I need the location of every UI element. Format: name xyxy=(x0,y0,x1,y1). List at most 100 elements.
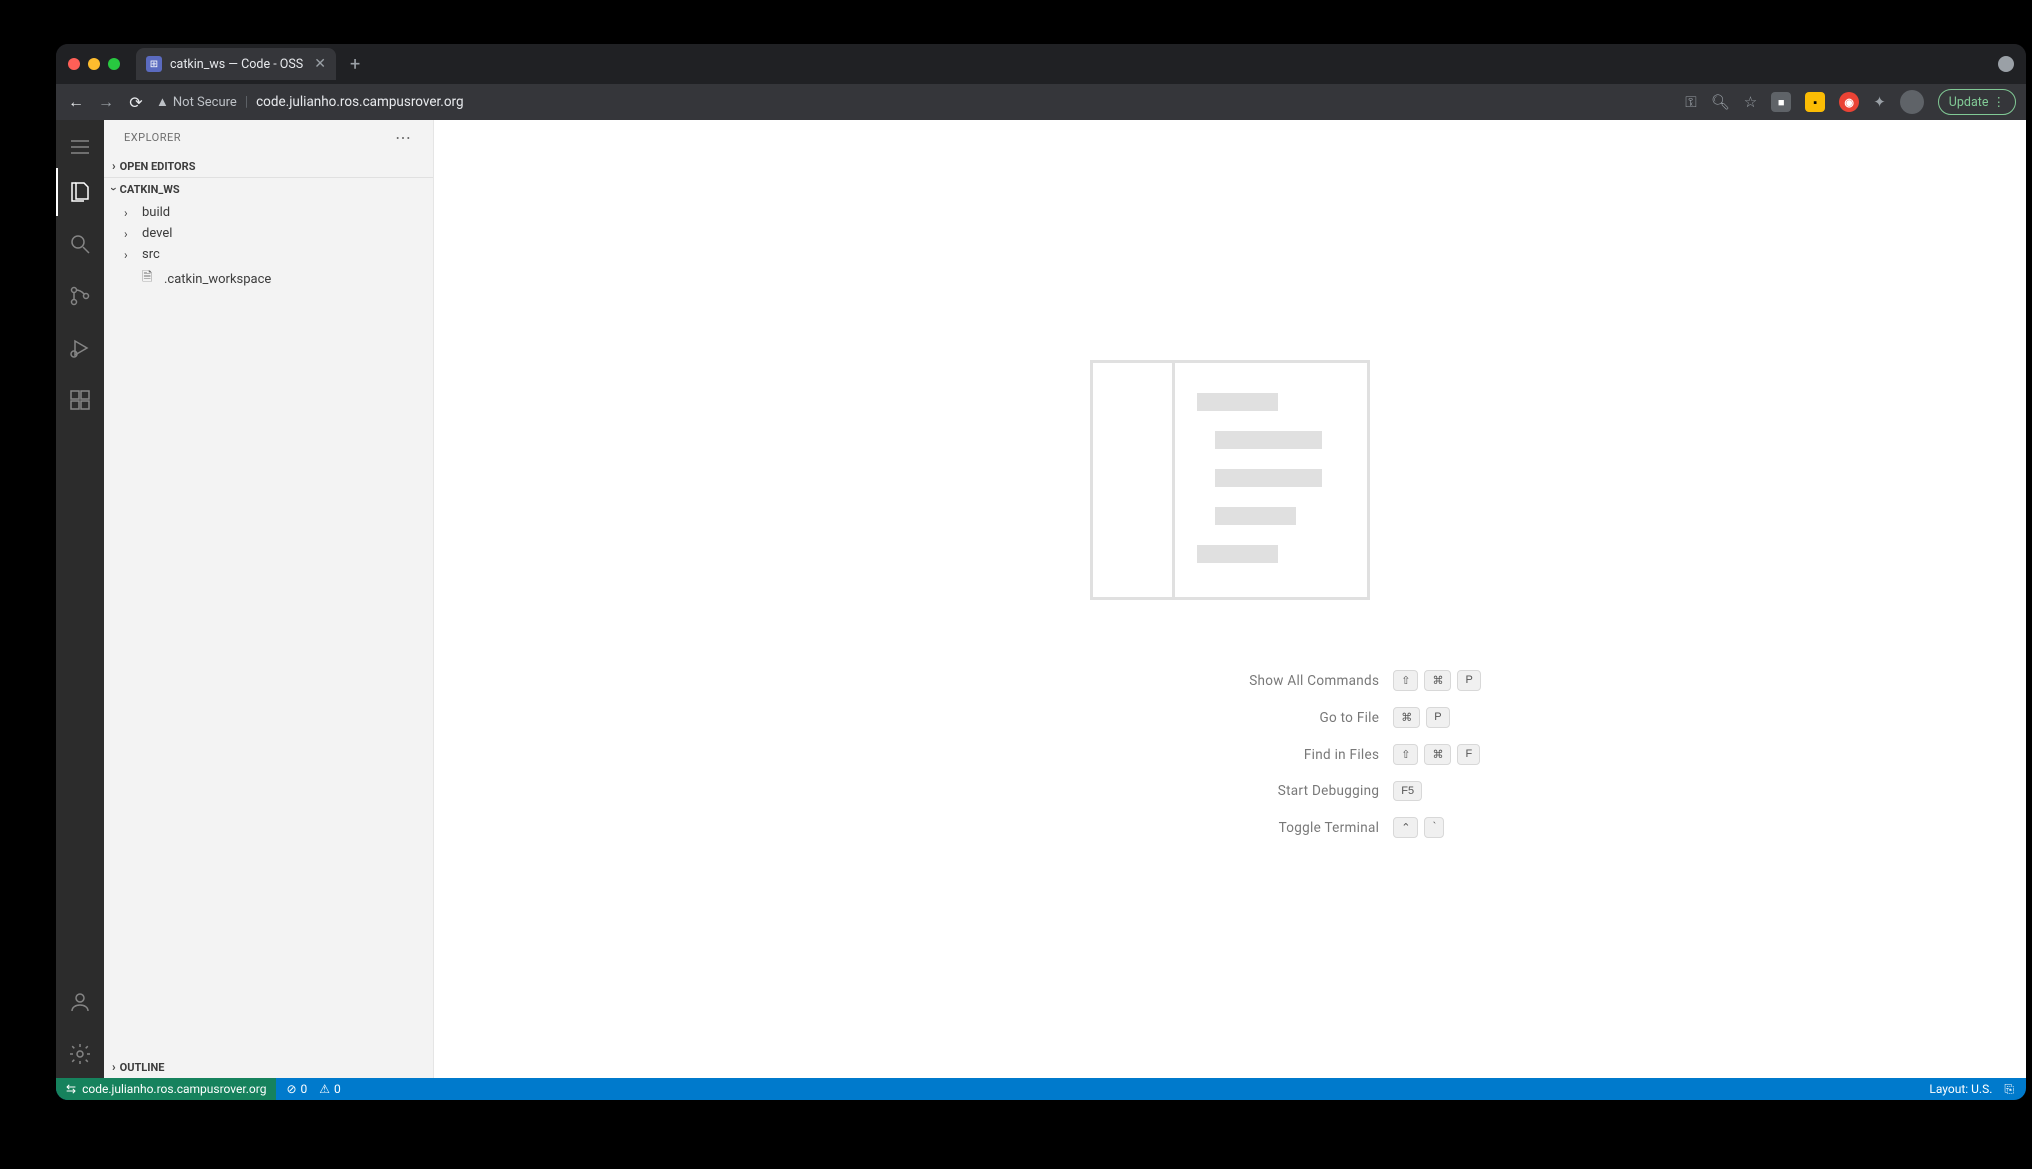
editor-empty-state: Show All Commands ⇧ ⌘ P Go to File ⌘ P F xyxy=(434,120,2026,1078)
new-tab-button[interactable]: + xyxy=(344,54,366,75)
chevron-right-icon: › xyxy=(124,206,136,220)
update-label: Update xyxy=(1949,95,1989,110)
profile-avatar[interactable] xyxy=(1900,90,1924,114)
security-label: Not Secure xyxy=(173,95,237,110)
address-bar: ← → ⟳ ▲ Not Secure | code.julianho.ros.c… xyxy=(56,84,2026,120)
feedback-icon[interactable]: ⎘ xyxy=(2004,1082,2014,1097)
empty-editor-illustration xyxy=(1090,360,1370,600)
folder-label: src xyxy=(142,247,160,262)
bookmark-star-icon[interactable]: ☆ xyxy=(1744,93,1757,111)
account-indicator-icon[interactable] xyxy=(1998,56,2014,72)
extension-icon-1[interactable]: ■ xyxy=(1771,92,1791,112)
error-icon: ⊘ xyxy=(286,1082,296,1096)
hint-start-debugging: Start Debugging F5 xyxy=(979,781,1481,801)
keycap-shift: ⇧ xyxy=(1393,670,1418,691)
warnings-indicator[interactable]: ⚠ 0 xyxy=(319,1082,341,1096)
open-editors-section[interactable]: › OPEN EDITORS xyxy=(104,155,433,177)
extensions-tab[interactable] xyxy=(56,376,104,424)
layout-label: Layout: U.S. xyxy=(1929,1082,1992,1096)
vscode-favicon-icon: ⊞ xyxy=(146,56,162,72)
menu-dots-icon: ⋮ xyxy=(1993,94,2006,110)
source-control-tab[interactable] xyxy=(56,272,104,320)
hint-label: Show All Commands xyxy=(979,673,1379,689)
tab-strip: ⊞ catkin_ws — Code - OSS ✕ + xyxy=(56,44,2026,84)
keycap-f: F xyxy=(1457,744,1480,765)
browser-window: ⊞ catkin_ws — Code - OSS ✕ + ← → ⟳ ▲ Not… xyxy=(56,44,2026,1100)
keycap-p: P xyxy=(1457,670,1480,691)
chevron-right-icon: › xyxy=(112,159,116,173)
traffic-lights xyxy=(68,58,120,70)
browser-tab[interactable]: ⊞ catkin_ws — Code - OSS ✕ xyxy=(136,48,336,80)
folder-src[interactable]: › src xyxy=(104,244,433,265)
file-catkin-workspace[interactable]: 🗎 .catkin_workspace xyxy=(104,265,433,293)
folder-devel[interactable]: › devel xyxy=(104,223,433,244)
workspace-section[interactable]: › CATKIN_WS xyxy=(104,178,433,200)
back-button[interactable]: ← xyxy=(66,92,86,112)
hint-label: Toggle Terminal xyxy=(979,820,1379,836)
file-tree: › build › devel › src 🗎 .catkin_workspac… xyxy=(104,200,433,295)
forward-button[interactable]: → xyxy=(96,92,116,112)
keycap-cmd: ⌘ xyxy=(1393,707,1420,728)
remote-indicator[interactable]: ⇆ code.julianho.ros.campusrover.org xyxy=(56,1078,276,1100)
hint-label: Find in Files xyxy=(979,747,1379,763)
run-debug-tab[interactable] xyxy=(56,324,104,372)
window-close-button[interactable] xyxy=(68,58,80,70)
folder-build[interactable]: › build xyxy=(104,202,433,223)
vscode-app: EXPLORER ⋯ › OPEN EDITORS › CATKIN_WS › … xyxy=(56,120,2026,1078)
not-secure-warning[interactable]: ▲ Not Secure xyxy=(156,94,237,110)
open-editors-label: OPEN EDITORS xyxy=(120,160,196,173)
hint-label: Start Debugging xyxy=(979,783,1379,799)
warning-icon: ▲ xyxy=(156,94,169,110)
menu-button[interactable] xyxy=(56,130,104,164)
sidebar-more-button[interactable]: ⋯ xyxy=(395,128,413,147)
hint-go-to-file: Go to File ⌘ P xyxy=(979,707,1481,728)
window-minimize-button[interactable] xyxy=(88,58,100,70)
update-button[interactable]: Update ⋮ xyxy=(1938,89,2016,115)
keyboard-layout-indicator[interactable]: Layout: U.S. xyxy=(1929,1082,1992,1096)
warning-icon: ⚠ xyxy=(319,1082,330,1096)
hint-find-in-files: Find in Files ⇧ ⌘ F xyxy=(979,744,1481,765)
keycap-cmd: ⌘ xyxy=(1424,670,1451,691)
chevron-right-icon: › xyxy=(124,227,136,241)
keycap-ctrl: ⌃ xyxy=(1393,817,1418,838)
chevron-down-icon: › xyxy=(107,187,121,191)
keycap-cmd: ⌘ xyxy=(1424,744,1451,765)
explorer-tab[interactable] xyxy=(56,168,104,216)
zoom-icon[interactable]: 🔍︎ xyxy=(1711,93,1730,111)
url-field[interactable]: ▲ Not Secure | code.julianho.ros.campusr… xyxy=(156,94,1675,110)
reload-button[interactable]: ⟳ xyxy=(126,93,146,112)
outline-section[interactable]: › OUTLINE xyxy=(104,1056,433,1078)
extension-icon-2[interactable]: ▪ xyxy=(1805,92,1825,112)
url-text: code.julianho.ros.campusrover.org xyxy=(256,94,463,110)
status-bar: ⇆ code.julianho.ros.campusrover.org ⊘ 0 … xyxy=(56,1078,2026,1100)
folder-label: devel xyxy=(142,226,172,241)
sidebar-title: EXPLORER xyxy=(124,131,395,144)
hint-label: Go to File xyxy=(979,710,1379,726)
keycap-backtick: ` xyxy=(1424,817,1444,838)
settings-gear-button[interactable] xyxy=(56,1030,104,1078)
workspace-label: CATKIN_WS xyxy=(120,183,180,196)
file-label: .catkin_workspace xyxy=(164,272,271,287)
activity-bar xyxy=(56,120,104,1078)
window-maximize-button[interactable] xyxy=(108,58,120,70)
extensions-puzzle-icon[interactable]: ✦ xyxy=(1873,93,1886,111)
key-icon[interactable]: ⚿ xyxy=(1685,93,1696,111)
chevron-right-icon: › xyxy=(112,1060,116,1074)
hint-show-commands: Show All Commands ⇧ ⌘ P xyxy=(979,670,1481,691)
outline-label: OUTLINE xyxy=(120,1061,165,1074)
errors-indicator[interactable]: ⊘ 0 xyxy=(286,1082,307,1096)
chevron-right-icon: › xyxy=(124,248,136,262)
error-count: 0 xyxy=(301,1082,308,1096)
warning-count: 0 xyxy=(334,1082,341,1096)
keycap-p: P xyxy=(1426,707,1449,728)
keycap-f5: F5 xyxy=(1393,781,1422,801)
sidebar-header: EXPLORER ⋯ xyxy=(104,120,433,155)
accounts-button[interactable] xyxy=(56,978,104,1026)
folder-label: build xyxy=(142,205,170,220)
extension-icon-3[interactable]: ◉ xyxy=(1839,92,1859,112)
file-icon: 🗎 xyxy=(142,268,158,290)
close-tab-button[interactable]: ✕ xyxy=(314,56,326,72)
search-tab[interactable] xyxy=(56,220,104,268)
keycap-shift: ⇧ xyxy=(1393,744,1418,765)
bell-icon: ⎘ xyxy=(2004,1082,2014,1097)
